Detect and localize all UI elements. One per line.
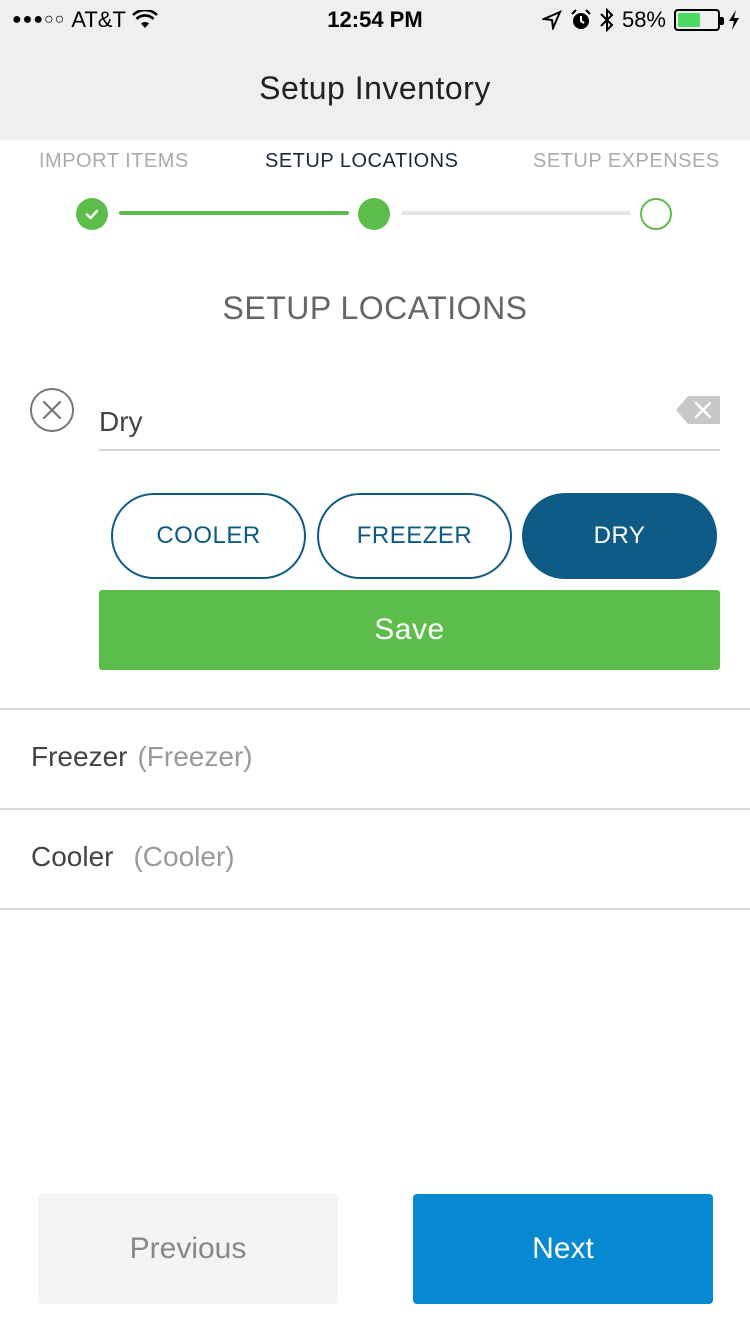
battery-icon	[674, 9, 724, 31]
bluetooth-icon	[600, 8, 614, 32]
previous-button[interactable]: Previous	[38, 1194, 338, 1304]
list-item[interactable]: Freezer (Freezer)	[31, 741, 253, 773]
list-divider	[0, 808, 750, 810]
step-connector-pending	[401, 211, 631, 215]
step-connector-completed	[119, 211, 349, 215]
type-option-freezer[interactable]: FREEZER	[317, 493, 512, 579]
close-icon	[42, 400, 62, 420]
checkmark-icon	[85, 209, 99, 220]
clear-text-icon[interactable]	[676, 396, 720, 424]
type-option-dry[interactable]: DRY	[522, 493, 717, 579]
step-label-import-items[interactable]: IMPORT ITEMS	[39, 150, 189, 173]
alarm-icon	[571, 9, 591, 29]
location-arrow-icon	[541, 10, 562, 30]
location-name: Cooler	[31, 841, 114, 872]
status-bar: ●●●○○ AT&T 12:54 PM 58%	[0, 0, 750, 40]
type-option-cooler[interactable]: COOLER	[111, 493, 306, 579]
list-divider	[0, 708, 750, 710]
location-name: Freezer	[31, 741, 128, 772]
step-dot-active[interactable]	[358, 198, 390, 230]
remove-location-button[interactable]	[30, 388, 74, 432]
location-type: (Freezer)	[137, 741, 253, 772]
step-label-setup-locations[interactable]: SETUP LOCATIONS	[265, 150, 458, 173]
save-button[interactable]: Save	[99, 590, 720, 670]
list-divider	[0, 908, 750, 910]
next-button[interactable]: Next	[413, 1194, 713, 1304]
list-item[interactable]: Cooler (Cooler)	[31, 841, 235, 873]
location-name-input[interactable]	[99, 395, 720, 451]
section-title: SETUP LOCATIONS	[222, 290, 528, 326]
step-dot-pending[interactable]	[640, 198, 672, 230]
charging-bolt-icon	[729, 10, 739, 30]
battery-level-fill	[678, 13, 700, 27]
location-type: (Cooler)	[133, 841, 235, 872]
step-label-setup-expenses[interactable]: SETUP EXPENSES	[533, 150, 720, 173]
step-dot-completed[interactable]	[76, 198, 108, 230]
page-title: Setup Inventory	[259, 70, 491, 106]
battery-percent: 58%	[621, 7, 666, 32]
top-bar: ●●●○○ AT&T 12:54 PM 58% Setup Inventory	[0, 0, 750, 140]
